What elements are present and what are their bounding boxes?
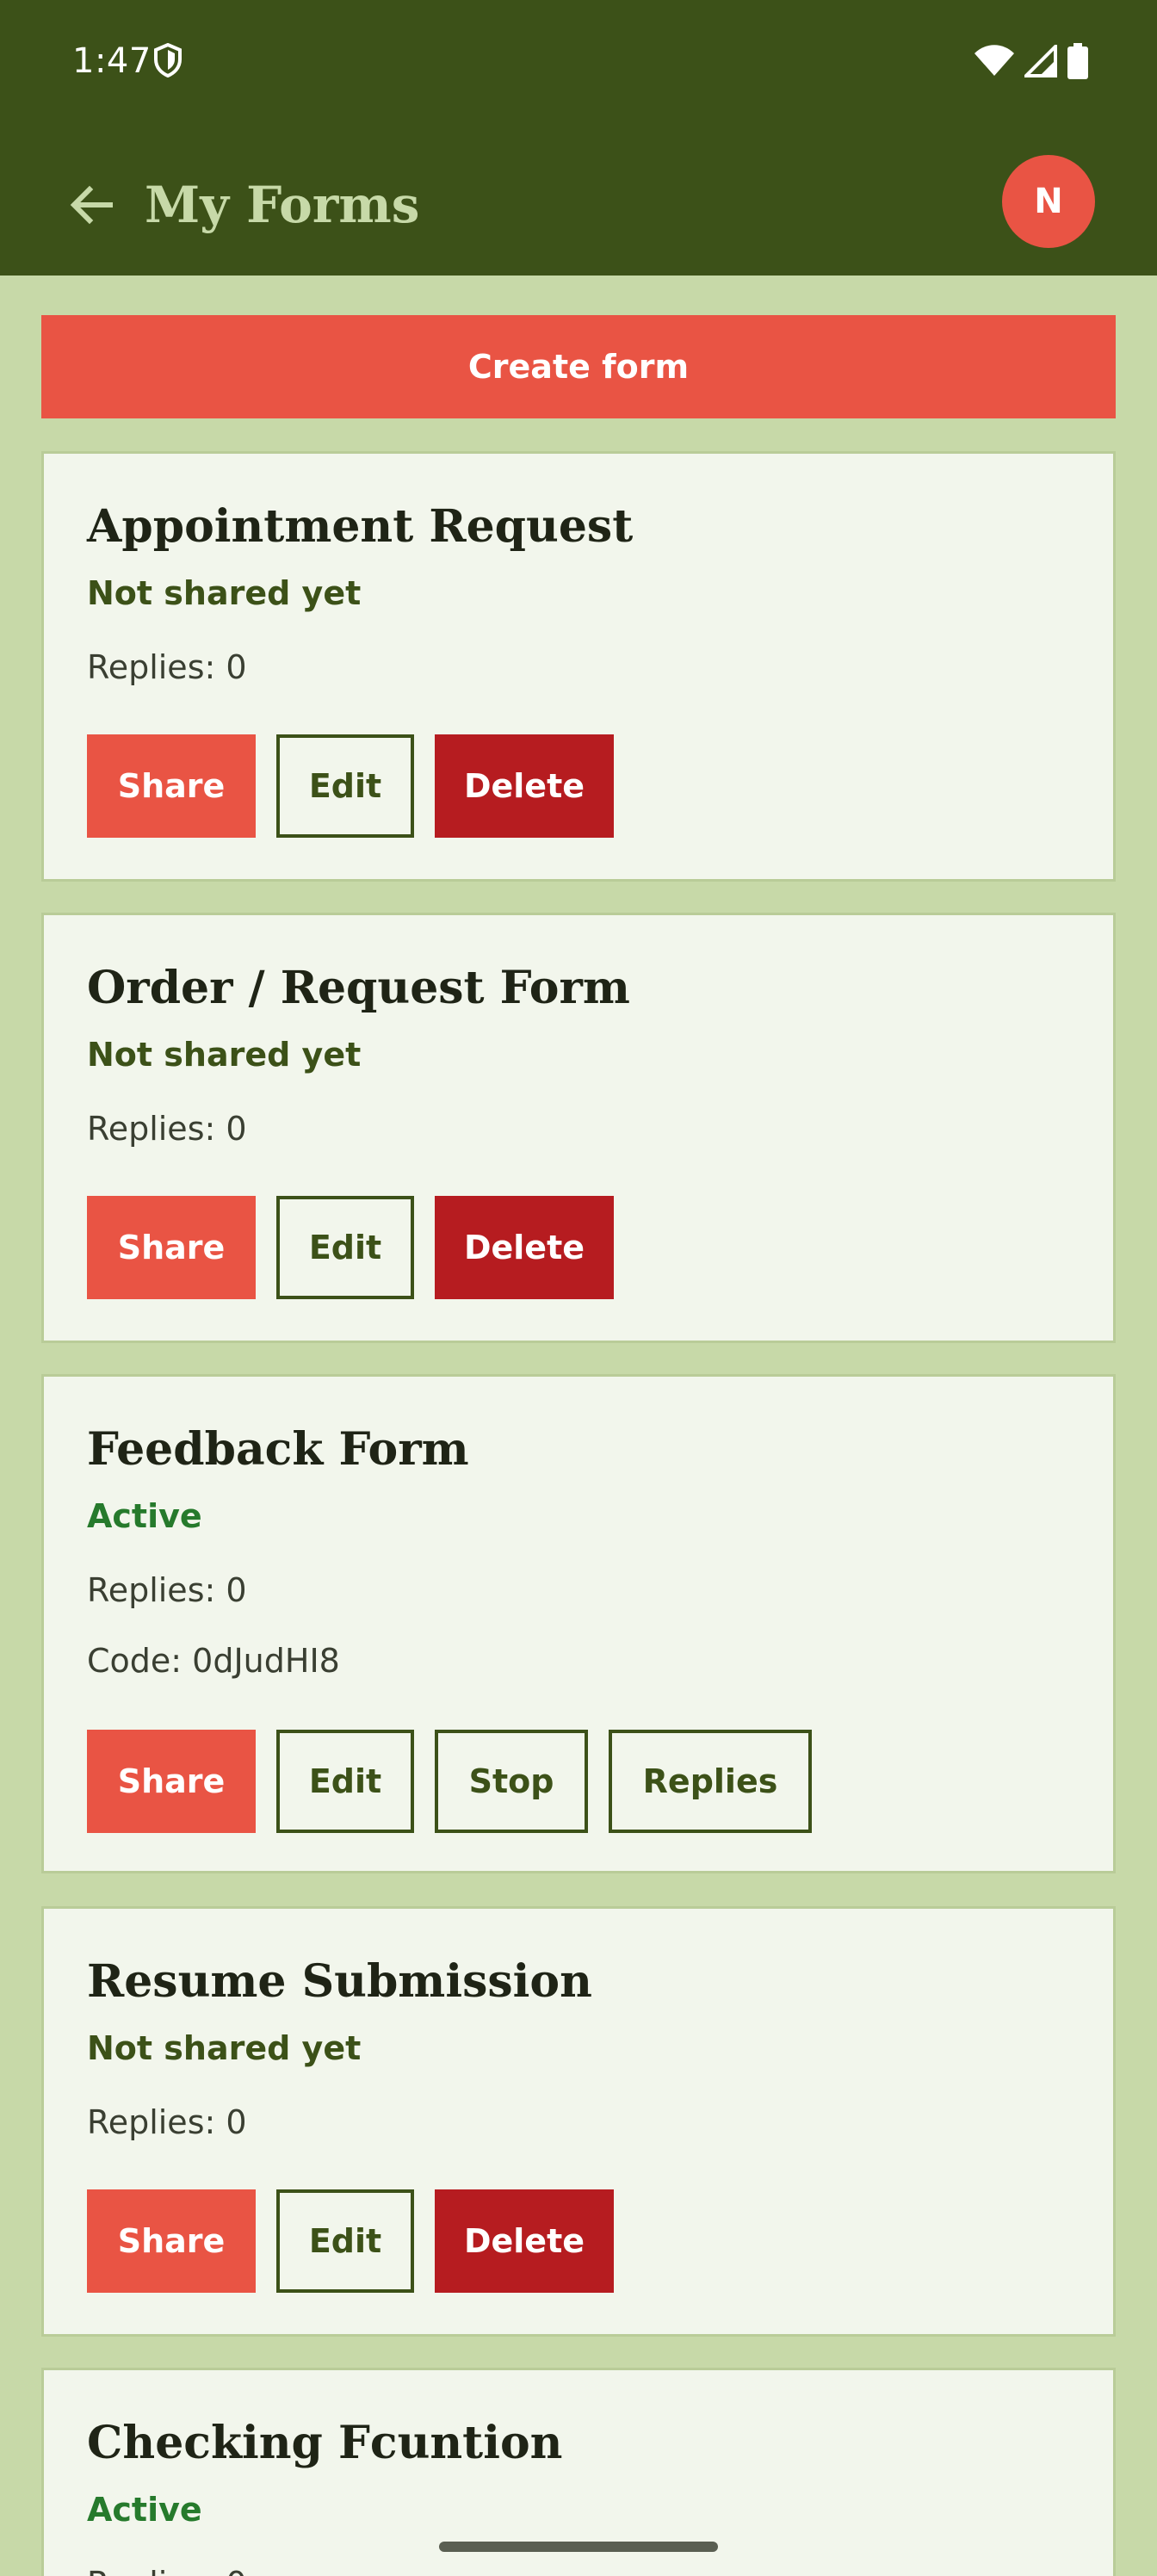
form-status: Not shared yet [87,574,362,612]
form-title: Appointment Request [87,500,634,553]
form-title: Checking Fcuntion [87,2417,563,2469]
back-arrow-icon[interactable] [64,177,119,232]
form-card: Appointment Request Not shared yet Repli… [41,451,1116,882]
form-share-code: Code: 0dJudHI8 [87,1642,340,1680]
app-bar: My Forms N [0,129,1157,276]
form-status: Not shared yet [87,2029,362,2067]
page-title: My Forms [145,176,420,234]
form-status: Active [87,2491,202,2529]
edit-button[interactable]: Edit [276,734,414,838]
share-button[interactable]: Share [87,2189,256,2293]
share-button[interactable]: Share [87,734,256,838]
delete-button[interactable]: Delete [435,2189,614,2293]
edit-button[interactable]: Edit [276,2189,414,2293]
signal-icon [1022,42,1057,81]
form-replies-count: Replies: 0 [87,2103,247,2141]
status-bar: 1:47 [0,0,1157,129]
form-title: Feedback Form [87,1423,469,1476]
wifi-icon [974,45,1014,81]
battery-icon [1067,43,1088,83]
delete-button[interactable]: Delete [435,1196,614,1299]
form-status: Not shared yet [87,1036,362,1074]
stop-button[interactable]: Stop [435,1730,588,1833]
create-form-button[interactable]: Create form [41,315,1116,418]
form-replies-count: Replies: 0 [87,1571,247,1609]
shield-icon [153,42,183,81]
share-button[interactable]: Share [87,1196,256,1299]
form-card: Resume Submission Not shared yet Replies… [41,1906,1116,2337]
form-card: Order / Request Form Not shared yet Repl… [41,913,1116,1343]
status-time: 1:47 [72,41,152,81]
edit-button[interactable]: Edit [276,1196,414,1299]
delete-button[interactable]: Delete [435,734,614,838]
form-replies-count: Replies: 0 [87,1110,247,1148]
edit-button[interactable]: Edit [276,1730,414,1833]
form-card: Feedback Form Active Replies: 0 Code: 0d… [41,1374,1116,1873]
form-replies-count: Replies: 0 [87,648,247,686]
share-button[interactable]: Share [87,1730,256,1833]
form-title: Resume Submission [87,1955,592,2008]
replies-button[interactable]: Replies [609,1730,812,1833]
form-title: Order / Request Form [87,962,630,1014]
form-replies-count: Replies: 0 [87,2565,247,2576]
avatar[interactable]: N [1002,155,1095,248]
home-indicator[interactable] [439,2542,718,2552]
form-status: Active [87,1497,202,1535]
